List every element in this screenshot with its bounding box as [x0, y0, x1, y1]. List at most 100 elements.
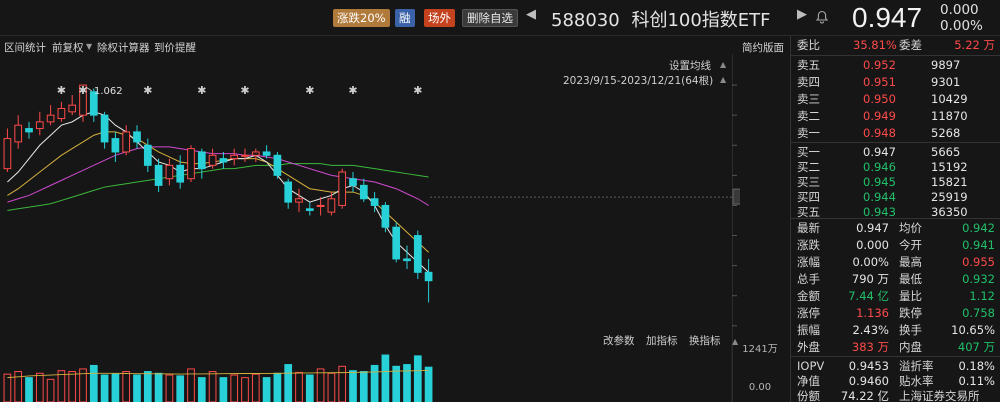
top-bar: 涨跌20% 融 场外 删除自选 ◀ 588030 科创100指数ETF ▶ 0.…: [0, 0, 1000, 36]
ask-row[interactable]: 卖一 0.948 5268: [791, 125, 1000, 142]
volume-bar-down: [424, 366, 433, 402]
volume-bar-down: [89, 364, 98, 402]
ask-label: 卖五: [797, 58, 820, 72]
change-pct: 0.00%: [940, 18, 983, 34]
ask-row[interactable]: 卖五 0.952 9897: [791, 57, 1000, 74]
volume-bar-down: [143, 371, 152, 402]
ask-label: 卖二: [797, 109, 820, 123]
ask-row[interactable]: 卖四 0.951 9301: [791, 74, 1000, 91]
candle-down: [154, 164, 163, 186]
change-block: 0.000 0.00%: [940, 2, 983, 34]
volume-bar-up: [14, 371, 23, 402]
ask-volume: 11870: [931, 109, 968, 123]
ask-volume: 10429: [931, 92, 968, 106]
candle-down: [403, 258, 411, 262]
event-marker-icon: ✱: [240, 84, 249, 97]
next-stock-icon[interactable]: ▶: [797, 7, 807, 22]
ask-row[interactable]: 卖三 0.950 10429: [791, 91, 1000, 108]
margin-tag[interactable]: 融: [395, 9, 415, 27]
volume-bar-down: [273, 372, 282, 402]
volume-bar-down: [262, 377, 271, 402]
candle-up: [230, 154, 239, 160]
fund-value: 74.22 亿: [840, 389, 889, 402]
candle-down: [197, 151, 206, 170]
volume-bar-down: [359, 371, 368, 402]
pin-icon[interactable]: ▲: [720, 75, 726, 84]
volume-bar-down: [176, 375, 185, 402]
ask-price: 0.949: [863, 109, 896, 123]
divider: [791, 142, 1000, 143]
prev-stock-icon[interactable]: ◀: [526, 7, 536, 22]
ask-row[interactable]: 卖二 0.949 11870: [791, 108, 1000, 125]
volume-bar-up: [241, 377, 249, 402]
limit-tag[interactable]: 涨跌20%: [333, 9, 390, 27]
fund-label: 上海证券交易所: [899, 389, 980, 402]
stat-label: 均价: [899, 221, 922, 235]
volume-bar-down: [111, 373, 120, 402]
last-price: 0.947: [852, 2, 923, 33]
otc-tag[interactable]: 场外: [424, 9, 455, 27]
volume-bar-up: [295, 371, 303, 402]
stat-value: 383 万: [851, 340, 889, 354]
volume-bar-up: [122, 371, 131, 402]
candle-up: [68, 104, 77, 113]
candle-down: [424, 271, 433, 282]
stat-value: 0.941: [962, 238, 995, 252]
stat-label: 振幅: [797, 323, 820, 337]
volume-bar-up: [327, 372, 336, 402]
volume-chart[interactable]: 1241万 0.00: [0, 344, 790, 402]
candle-up: [35, 121, 44, 130]
adjust-dropdown[interactable]: 前复权: [52, 40, 84, 55]
candle-up: [57, 107, 66, 120]
volume-bar-up: [35, 372, 44, 402]
candle-down: [25, 128, 33, 133]
candle-up: [338, 171, 347, 206]
volume-bar-down: [25, 377, 33, 402]
current-price-box: [732, 188, 740, 205]
simple-layout-button[interactable]: 简约版面: [742, 40, 784, 55]
committee-diff-value: 5.22 万: [954, 38, 995, 52]
committee-ratio-label: 委比: [797, 38, 820, 52]
stat-label: 涨跌: [797, 238, 820, 252]
event-marker-icon: ✱: [413, 84, 422, 97]
price-alert-button[interactable]: 到价提醒: [154, 40, 196, 55]
divider: [791, 218, 1000, 219]
committee-row: 委比 35.81% 委差 5.22 万: [791, 37, 1000, 54]
stat-row: 涨停 1.136 跌停 0.758: [791, 305, 1000, 322]
stat-value: 790 万: [851, 272, 889, 286]
stat-label: 量比: [899, 289, 922, 303]
stat-value: 2.43%: [852, 323, 889, 337]
stat-value: 0.955: [962, 255, 995, 269]
volume-bar-down: [413, 355, 422, 402]
volume-tick-label: 0.00: [749, 382, 771, 393]
delete-favorite-button[interactable]: 删除自选: [462, 9, 518, 27]
volume-bar-down: [284, 364, 293, 402]
stock-code: 588030: [551, 10, 620, 31]
stat-value: 7.44 亿: [848, 289, 889, 303]
stat-label: 今开: [899, 238, 922, 252]
candlestick-chart[interactable]: 1.0621.0441.0261.0080.9900.9720.9540.936…: [0, 54, 740, 336]
stat-value: 0.000: [856, 238, 889, 252]
candle-up: [316, 204, 325, 207]
stat-label: 跌停: [899, 306, 922, 320]
ma-settings-button[interactable]: 设置均线: [669, 58, 711, 73]
pin-icon[interactable]: ▲: [720, 60, 726, 69]
volume-bar-up: [230, 374, 239, 402]
candle-up: [241, 154, 249, 157]
candle-down: [305, 208, 314, 211]
ask-price: 0.948: [863, 126, 896, 140]
bell-icon[interactable]: [815, 10, 829, 24]
change-value: 0.000: [940, 2, 979, 18]
stat-value: 1.12: [969, 289, 995, 303]
candle-down: [176, 164, 185, 183]
chevron-down-icon[interactable]: ▼: [86, 42, 92, 51]
interval-stats-button[interactable]: 区间统计: [4, 40, 46, 55]
fund-row: 份额 74.22 亿上海证券交易所: [791, 388, 1000, 402]
divider: [791, 55, 1000, 56]
volume-bar-up: [316, 368, 325, 402]
rights-calculator-button[interactable]: 除权计算器: [97, 40, 150, 55]
volume-bar-down: [305, 374, 314, 402]
stat-label: 换手: [899, 323, 922, 337]
candle-down: [370, 198, 379, 206]
volume-bar-up: [46, 378, 55, 402]
